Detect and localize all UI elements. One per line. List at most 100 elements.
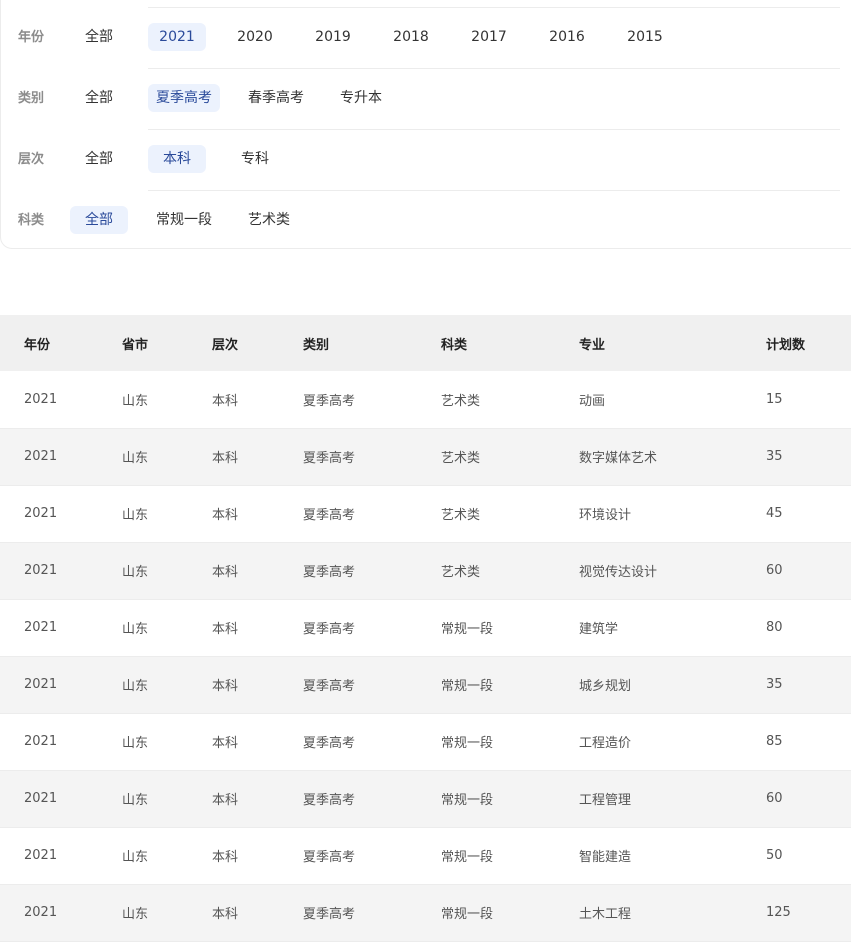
cell-level: 本科	[212, 565, 239, 580]
cell-year: 2021	[24, 563, 58, 578]
cell-year: 2021	[24, 391, 58, 407]
divider	[148, 190, 840, 191]
enrollment-plan-table: 年份 省市 层次 类别 科类 专业 计划数 2021 山东 本科 夏季高考 艺术类 动画 1…	[0, 315, 851, 942]
cell-level: 本科	[212, 907, 239, 922]
cell-plan-count: 60	[766, 563, 783, 578]
column-header-category: 类别	[303, 337, 330, 353]
cell-province: 山东	[122, 793, 149, 808]
cell-category: 夏季高考	[303, 850, 356, 865]
cell-major: 城乡规划	[579, 679, 632, 694]
cell-major: 工程造价	[579, 736, 632, 751]
filter-subject-all[interactable]: 全部	[70, 206, 128, 234]
cell-category: 夏季高考	[303, 508, 356, 523]
cell-year: 2021	[24, 734, 58, 749]
cell-major: 建筑学	[579, 622, 619, 637]
filter-year-2015[interactable]: 2015	[616, 23, 674, 51]
filter-level-all[interactable]: 全部	[78, 145, 120, 173]
cell-level: 本科	[212, 736, 239, 751]
filter-year-2017[interactable]: 2017	[460, 23, 518, 51]
cell-category: 夏季高考	[303, 793, 356, 808]
table-row: 2021 山东 本科 夏季高考 艺术类 环境设计 45	[0, 485, 851, 542]
cell-plan-count: 35	[766, 449, 783, 464]
cell-major: 数字媒体艺术	[579, 451, 658, 466]
cell-province: 山东	[122, 850, 149, 865]
cell-year: 2021	[24, 791, 58, 806]
divider	[148, 129, 840, 130]
cell-level: 本科	[212, 622, 239, 637]
cell-year: 2021	[24, 506, 58, 521]
filter-level-college[interactable]: 专科	[226, 145, 284, 173]
cell-category: 夏季高考	[303, 622, 356, 637]
divider	[148, 7, 840, 8]
table-row: 2021 山东 本科 夏季高考 艺术类 动画 15	[0, 371, 851, 428]
cell-major: 动画	[579, 393, 606, 409]
filter-row-category: 类别 全部 夏季高考 春季高考 专升本	[1, 68, 851, 129]
table-row: 2021 山东 本科 夏季高考 常规一段 土木工程 125	[0, 884, 851, 941]
cell-province: 山东	[122, 907, 149, 922]
cell-subject: 艺术类	[441, 393, 481, 409]
cell-subject: 常规一段	[441, 679, 494, 694]
filter-year-all[interactable]: 全部	[78, 23, 120, 51]
cell-province: 山东	[122, 451, 149, 466]
filter-year-2016[interactable]: 2016	[538, 23, 596, 51]
cell-category: 夏季高考	[303, 393, 356, 409]
filter-label-level: 层次	[18, 152, 45, 167]
filter-label-year: 年份	[18, 30, 45, 45]
cell-level: 本科	[212, 793, 239, 808]
filter-subject-art[interactable]: 艺术类	[240, 206, 298, 234]
cell-major: 土木工程	[579, 907, 632, 922]
column-header-plan-count: 计划数	[766, 337, 806, 353]
cell-subject: 常规一段	[441, 850, 494, 865]
table-row: 2021 山东 本科 夏季高考 常规一段 建筑学 80	[0, 599, 851, 656]
cell-year: 2021	[24, 620, 58, 635]
cell-level: 本科	[212, 508, 239, 523]
filter-subject-regular[interactable]: 常规一段	[148, 206, 220, 234]
filter-category-spring[interactable]: 春季高考	[240, 84, 312, 112]
cell-level: 本科	[212, 850, 239, 865]
cell-subject: 艺术类	[441, 508, 481, 523]
cell-subject: 艺术类	[441, 451, 481, 466]
filter-category-upgrade[interactable]: 专升本	[332, 84, 390, 112]
filter-year-2019[interactable]: 2019	[304, 23, 362, 51]
cell-province: 山东	[122, 679, 149, 694]
cell-year: 2021	[24, 449, 58, 464]
filter-year-2020[interactable]: 2020	[226, 23, 284, 51]
cell-category: 夏季高考	[303, 679, 356, 694]
column-header-subject: 科类	[441, 337, 468, 353]
cell-year: 2021	[24, 848, 58, 863]
cell-subject: 常规一段	[441, 736, 494, 751]
filter-year-2021[interactable]: 2021	[148, 23, 206, 51]
cell-plan-count: 85	[766, 734, 783, 749]
filter-level-undergrad[interactable]: 本科	[148, 145, 206, 173]
filter-row-subject: 科类 全部 常规一段 艺术类	[1, 190, 851, 251]
cell-plan-count: 45	[766, 506, 783, 521]
filter-label-category: 类别	[18, 91, 45, 106]
cell-province: 山东	[122, 393, 149, 409]
cell-major: 视觉传达设计	[579, 565, 658, 580]
filter-year-2018[interactable]: 2018	[382, 23, 440, 51]
cell-plan-count: 15	[766, 391, 783, 407]
cell-category: 夏季高考	[303, 451, 356, 466]
cell-year: 2021	[24, 677, 58, 692]
cell-plan-count: 50	[766, 848, 783, 863]
cell-level: 本科	[212, 393, 239, 409]
enrollment-plan-table-wrap: 年份 省市 层次 类别 科类 专业 计划数 2021 山东 本科 夏季高考 艺术类 动画 1…	[0, 315, 851, 942]
cell-subject: 艺术类	[441, 565, 481, 580]
table-row: 2021 山东 本科 夏季高考 艺术类 数字媒体艺术 35	[0, 428, 851, 485]
table-header-row: 年份 省市 层次 类别 科类 专业 计划数	[0, 315, 851, 371]
cell-plan-count: 125	[766, 905, 791, 920]
cell-province: 山东	[122, 565, 149, 580]
filter-category-all[interactable]: 全部	[78, 84, 120, 112]
table-row: 2021 山东 本科 夏季高考 常规一段 工程管理 60	[0, 770, 851, 827]
cell-province: 山东	[122, 622, 149, 637]
cell-category: 夏季高考	[303, 565, 356, 580]
filter-label-subject: 科类	[18, 213, 45, 228]
filter-category-summer[interactable]: 夏季高考	[148, 84, 220, 112]
filter-row-level: 层次 全部 本科 专科	[1, 129, 851, 190]
cell-major: 工程管理	[579, 793, 632, 808]
filter-row-year: 年份 全部 2021 2020 2019 2018 2017 2016 2015	[1, 7, 851, 68]
cell-year: 2021	[24, 905, 58, 920]
table-body: 2021 山东 本科 夏季高考 艺术类 动画 15 2021 山东 本科 夏季高考 艺术类 数字媒体艺术…	[0, 371, 851, 941]
cell-province: 山东	[122, 508, 149, 523]
column-header-major: 专业	[579, 337, 606, 353]
